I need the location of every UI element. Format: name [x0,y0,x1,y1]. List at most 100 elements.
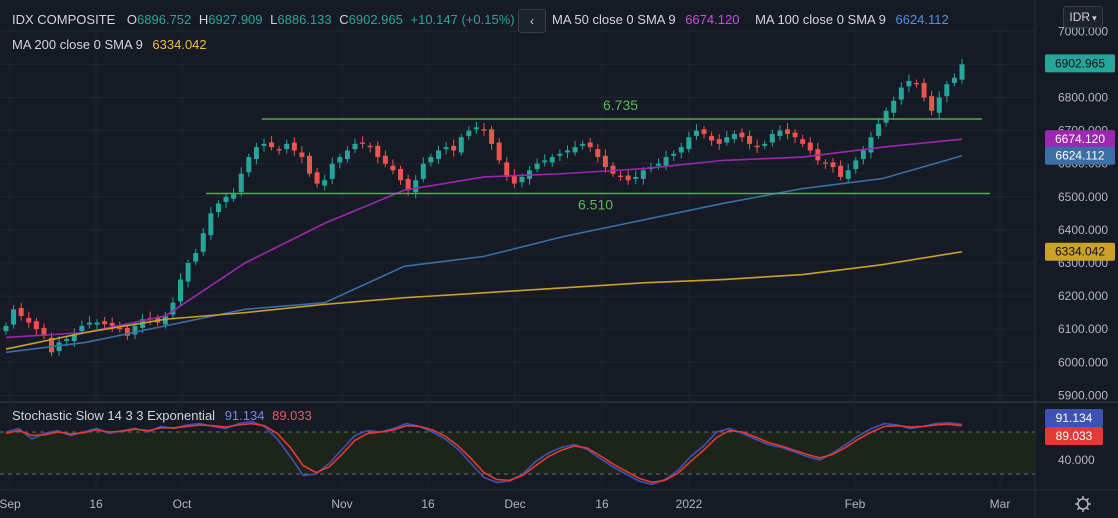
currency-label: IDR [1069,10,1091,24]
x-tick-label: 16 [421,497,435,511]
ma50-label: MA 50 close 0 SMA 9 [552,12,676,27]
candle [86,322,92,325]
candle [306,155,312,174]
collapse-legend-button[interactable]: ‹ [518,9,546,33]
candle [185,262,191,282]
candle [898,87,904,100]
candle [473,127,479,130]
candle [443,147,449,150]
candle [701,129,707,134]
low-value: 6886.133 [277,12,332,27]
candle [936,97,942,113]
symbol-title: IDX COMPOSITE [12,12,116,27]
candle [876,123,882,136]
candle [557,153,563,156]
stoch-d-tag-text: 89.033 [1056,429,1093,443]
chevron-down-icon: ▾ [1092,13,1097,23]
stoch-d-value: 89.033 [272,408,312,423]
chevron-left-icon: ‹ [530,14,534,28]
candle [208,213,214,236]
ma200-value: 6334.042 [152,37,207,52]
ma50-price-tag-text: 6674.120 [1055,132,1105,146]
close-value: 6902.965 [348,12,403,27]
candle [322,180,328,186]
x-tick-label: Oct [173,497,192,511]
candle [253,147,259,160]
candle [906,80,912,87]
candle [215,203,221,213]
currency-select-button[interactable]: IDR ▾ [1063,6,1103,28]
stochastic-title: Stochastic Slow 14 3 3 Exponential [12,408,216,423]
candle [299,152,305,158]
y-tick-label: 6000.000 [1058,355,1108,369]
gear-tooth [1086,497,1090,501]
gear-tooth [1086,507,1090,511]
candle [777,130,783,136]
x-tick-label: Sep [0,497,21,511]
candle [792,132,798,138]
candle [739,132,745,138]
gear-icon[interactable] [1075,496,1091,512]
ma-line-100 [5,154,963,354]
ma200-label: MA 200 close 0 SMA 9 [12,37,143,52]
candle [466,130,472,136]
stoch-band [0,432,1035,474]
candle [678,147,684,153]
candle [587,142,593,148]
candle [284,143,290,150]
candle [625,175,631,181]
change-value: +10.147 (+0.15%) [410,12,515,27]
candle [951,77,957,83]
x-tick-label: Mar [990,497,1011,511]
candle [481,129,487,131]
candle [602,155,608,168]
chart-area[interactable]: 7000.0006900.0006800.0006700.0006600.000… [0,0,1118,518]
gear-tooth [1076,497,1080,501]
level-label: 6.735 [603,97,638,113]
ma-line-200 [5,250,963,350]
candle [246,157,252,173]
stoch-k-tag-text: 91.134 [1056,411,1093,425]
x-tick-label: Nov [331,497,352,511]
candle [109,322,115,326]
candle [117,327,123,330]
ma200-price-tag-text: 6334.042 [1055,245,1105,259]
candle [223,196,229,203]
ma100-value: 6624.112 [895,12,949,27]
stoch-k-value: 91.134 [224,408,265,423]
candle [891,100,897,113]
candle [496,142,502,161]
candle [595,149,601,158]
candle [845,170,851,179]
candle [731,133,737,140]
candle [800,139,806,144]
candle [390,165,396,171]
candle [959,64,965,80]
candle [269,142,275,148]
candle [724,137,730,143]
candle [716,139,722,144]
candle [921,82,927,98]
candle [398,168,404,181]
high-label: H [198,12,209,27]
stoch-y-tick: 40.000 [1058,453,1095,467]
last-price-tag-text: 6902.965 [1055,56,1105,70]
candle [18,308,24,316]
candle [231,193,237,199]
candle [913,82,919,85]
candle [367,145,373,148]
candle [276,149,282,151]
candle [375,145,381,158]
candle [784,129,790,134]
candle [519,176,525,183]
candle [193,253,199,262]
candle [929,96,935,111]
candle [344,150,350,160]
candle [329,163,335,179]
x-tick-label: 2022 [676,497,703,511]
candle [11,309,17,325]
y-tick-label: 6200.000 [1058,289,1108,303]
candle [853,160,859,169]
candle [883,110,889,123]
candle [352,143,358,150]
